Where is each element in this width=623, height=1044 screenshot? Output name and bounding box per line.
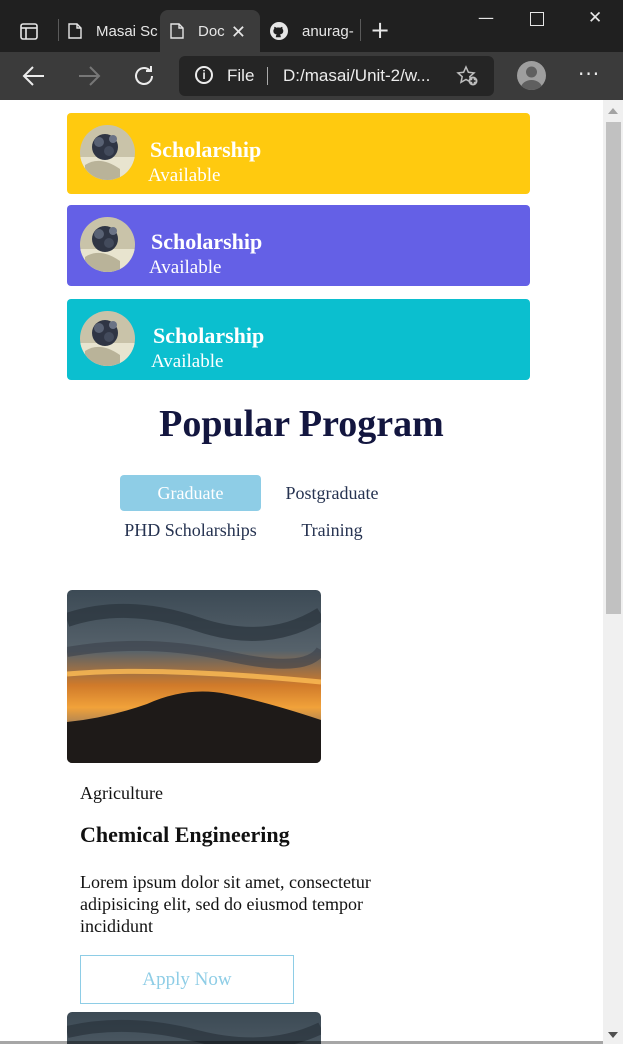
tab-graduate[interactable]: Graduate [120, 475, 261, 511]
tab-title: Doc [198, 22, 225, 40]
scholarship-thumbnail [80, 217, 135, 272]
apply-now-button[interactable]: Apply Now [80, 955, 294, 1004]
tab-masai[interactable]: Masai Sc [68, 10, 158, 52]
info-icon[interactable]: i [195, 66, 213, 84]
scholarship-subtitle: Available [149, 257, 222, 278]
close-tab-icon[interactable]: ✕ [224, 22, 246, 43]
tab-training[interactable]: Training [282, 512, 382, 548]
tab-actions-icon [20, 23, 38, 40]
add-favorite-icon[interactable] [456, 65, 480, 87]
close-window-button[interactable]: ✕ [588, 8, 602, 28]
tab-github[interactable]: anurag- [270, 10, 355, 52]
program-category: Agriculture [80, 783, 163, 803]
url-text: D:/masai/Unit-2/w... [283, 66, 431, 85]
scrollbar-thumb[interactable] [606, 122, 621, 614]
tab-doc[interactable]: Doc ✕ [160, 10, 260, 52]
program-description: Lorem ipsum dolor sit amet, consectetur … [80, 872, 371, 936]
page-icon [68, 23, 82, 39]
close-icon: ✕ [588, 8, 603, 28]
address-divider [267, 67, 268, 85]
tab-title: anurag- [302, 22, 354, 40]
vertical-scrollbar[interactable] [603, 100, 623, 1044]
scholarship-subtitle: Available [148, 165, 221, 186]
more-icon: ··· [578, 62, 601, 86]
scholarship-title: Scholarship [151, 229, 263, 254]
scholarship-title: Scholarship [150, 137, 262, 162]
tab-actions-button[interactable] [8, 12, 48, 48]
address-bar[interactable]: i File D:/masai/Unit-2/w... [179, 56, 494, 96]
program-name: Chemical Engineering [80, 822, 290, 847]
refresh-button[interactable] [127, 52, 161, 100]
minimize-button[interactable]: — [478, 8, 494, 27]
refresh-icon [135, 66, 153, 85]
maximize-button[interactable] [530, 12, 544, 26]
tab-postgraduate[interactable]: Postgraduate [282, 475, 382, 511]
scholarship-thumbnail [80, 311, 135, 366]
tab-separator [360, 19, 361, 41]
page-viewport: Scholarship Available Scholarship Availa… [0, 100, 603, 1044]
page-icon [170, 23, 184, 39]
browser-tab-bar: Masai Sc Doc ✕ anurag- + — ✕ [0, 0, 623, 52]
forward-arrow-icon [79, 66, 101, 86]
back-button[interactable] [17, 52, 51, 100]
tab-title: Masai Sc [96, 22, 158, 40]
program-image [67, 1012, 321, 1044]
tab-phd-scholarships[interactable]: PHD Scholarships [120, 512, 261, 548]
popular-program-heading: Popular Program [159, 403, 444, 445]
scholarship-card[interactable]: Scholarship Available [67, 299, 530, 380]
forward-button[interactable] [72, 52, 106, 100]
url-scheme: File [227, 66, 255, 85]
settings-menu-button[interactable]: ··· [578, 62, 600, 86]
scholarship-thumbnail [80, 125, 135, 180]
scholarship-card[interactable]: Scholarship Available [67, 205, 530, 286]
tab-separator [58, 19, 59, 41]
scholarship-card[interactable]: Scholarship Available [67, 113, 530, 194]
profile-avatar[interactable] [517, 61, 546, 90]
user-icon [520, 66, 543, 90]
back-arrow-icon [22, 66, 44, 86]
scroll-down-icon[interactable] [608, 1032, 618, 1038]
scroll-up-icon[interactable] [608, 108, 618, 114]
new-tab-button[interactable]: + [370, 18, 390, 42]
plus-icon: + [370, 16, 391, 44]
minimize-icon: — [478, 8, 494, 27]
github-icon [270, 22, 288, 40]
program-image [67, 590, 321, 763]
scholarship-subtitle: Available [151, 351, 224, 372]
scholarship-title: Scholarship [153, 323, 265, 348]
